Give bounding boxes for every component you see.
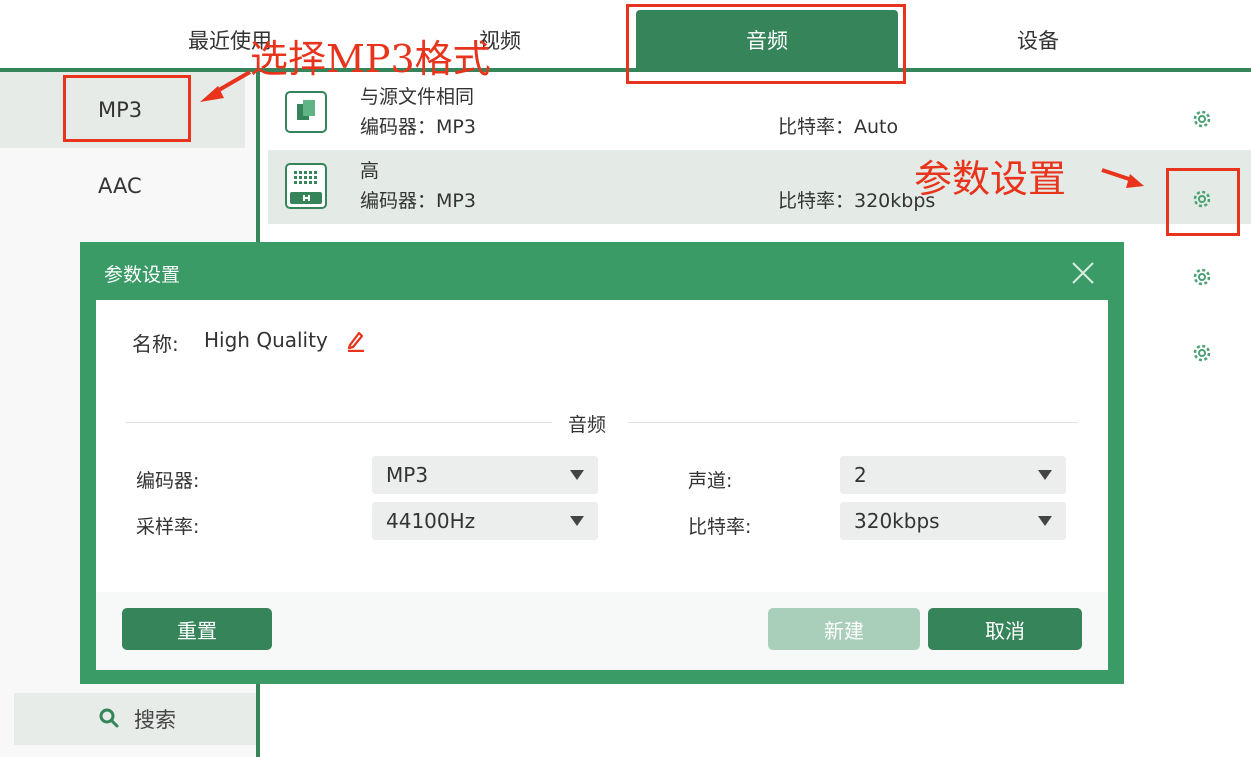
encoder-select[interactable]: MP3: [372, 456, 598, 494]
new-button[interactable]: 新建: [768, 608, 920, 650]
cancel-button[interactable]: 取消: [928, 608, 1082, 650]
highlight-box-gear: [1166, 168, 1240, 236]
name-label: 名称:: [132, 332, 179, 356]
annotation-select-mp3: 选择MP3格式: [250, 37, 491, 81]
preset-encoder: 编码器：MP3: [360, 190, 476, 212]
search-icon: [99, 708, 119, 728]
dropdown-arrow-icon: [1038, 516, 1052, 526]
dropdown-arrow-icon: [570, 516, 584, 526]
preset-name: 高: [360, 160, 380, 182]
pencil-edit-icon[interactable]: [344, 328, 368, 352]
channel-select[interactable]: 2: [840, 456, 1066, 494]
tab-device[interactable]: 设备: [958, 10, 1118, 70]
bitrate-label: 比特率:: [688, 516, 752, 538]
dialog-title: 参数设置: [104, 264, 181, 286]
search-label: 搜索: [134, 708, 176, 732]
preset-name: 与源文件相同: [360, 86, 475, 108]
reset-button[interactable]: 重置: [122, 608, 272, 650]
section-divider: [628, 422, 1078, 423]
bitrate-select[interactable]: 320kbps: [840, 502, 1066, 540]
name-value: High Quality: [204, 328, 328, 352]
dropdown-arrow-icon: [1038, 470, 1052, 480]
encoder-label: 编码器:: [136, 470, 200, 492]
preset-bitrate: 比特率：Auto: [778, 116, 899, 138]
copy-file-icon: [285, 91, 327, 133]
preset-row-same-as-source[interactable]: 与源文件相同 编码器：MP3 比特率：Auto: [268, 76, 1251, 150]
preset-bitrate: 比特率：320kbps: [778, 190, 936, 212]
annotation-param-settings: 参数设置: [914, 157, 1067, 201]
search-input[interactable]: 搜索: [14, 693, 256, 745]
dialog-body: 名称: High Quality 音频 编码器: MP3 声道: 2 采样率: …: [96, 300, 1108, 670]
high-quality-file-icon: [285, 163, 327, 209]
annotation-arrow-icon: [200, 70, 252, 102]
samplerate-label: 采样率:: [136, 516, 200, 538]
gear-icon[interactable]: [1191, 108, 1213, 130]
gear-icon[interactable]: [1191, 342, 1213, 364]
section-title-audio: 音频: [568, 414, 607, 436]
sidebar-item-aac[interactable]: AAC: [0, 148, 245, 224]
preset-encoder: 编码器：MP3: [360, 116, 476, 138]
highlight-box-audio-tab: [626, 4, 906, 84]
channel-label: 声道:: [688, 470, 733, 492]
dialog-footer: 重置 新建 取消: [96, 592, 1108, 670]
close-icon[interactable]: [1070, 260, 1096, 286]
highlight-box-mp3: [63, 75, 191, 142]
section-divider: [126, 422, 552, 423]
samplerate-select[interactable]: 44100Hz: [372, 502, 598, 540]
annotation-arrow-icon: [1101, 168, 1144, 188]
gear-icon[interactable]: [1191, 266, 1213, 288]
parameter-settings-dialog: 参数设置 名称: High Quality 音频 编码器: MP3 声道: 2 …: [80, 242, 1124, 684]
dropdown-arrow-icon: [570, 470, 584, 480]
